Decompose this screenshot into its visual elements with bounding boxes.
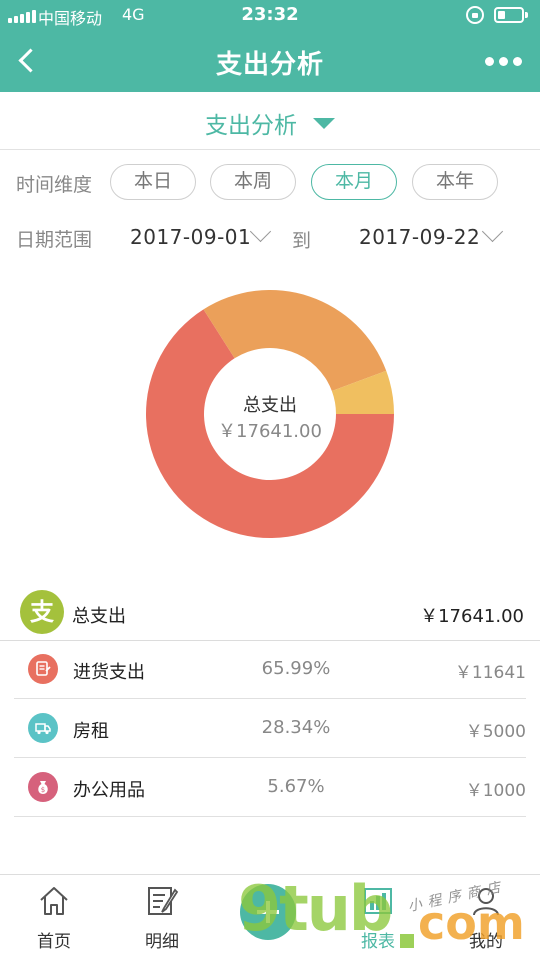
donut-slice-1 [203, 290, 387, 391]
item-name: 进货支出 [73, 662, 145, 683]
top-bar: 中国移动 4G 23:32 支出分析 [0, 0, 540, 92]
list-item[interactable]: 进货支出 65.99% ￥11641 [14, 641, 526, 699]
tab-reports[interactable]: 报表 [324, 875, 432, 960]
edit-list-icon [148, 887, 179, 915]
nav-bar: 支出分析 [0, 30, 540, 92]
truck-icon [28, 713, 58, 743]
start-date-value[interactable]: 2017-09-01 [130, 225, 251, 249]
item-percent: 28.34% [261, 717, 331, 738]
total-expense-amount: ￥17641.00 [420, 606, 524, 627]
item-amount: ￥11641 [454, 663, 526, 683]
time-dimension-label: 时间维度 [16, 174, 93, 196]
list-item[interactable]: 房租 28.34% ￥5000 [14, 700, 526, 758]
tab-mine-label: 我的 [469, 932, 503, 952]
item-amount: ￥1000 [465, 781, 526, 801]
end-date-chevron-icon[interactable] [480, 224, 506, 246]
tab-home[interactable]: 首页 [0, 875, 108, 960]
date-range-label: 日期范围 [16, 229, 93, 251]
end-date-value[interactable]: 2017-09-22 [359, 225, 480, 249]
date-range-to-label: 到 [292, 230, 312, 252]
total-expense-row: 支 总支出 ￥17641.00 [0, 587, 540, 641]
item-amount: ￥5000 [465, 722, 526, 742]
caret-down-icon [313, 117, 335, 129]
item-percent: 65.99% [261, 658, 331, 679]
expense-badge-icon: 支 [20, 590, 64, 634]
plus-icon[interactable] [240, 884, 296, 940]
expense-donut-chart [146, 290, 394, 538]
battery-icon [494, 7, 528, 23]
tab-mine[interactable]: 我的 [432, 875, 540, 960]
analysis-type-dropdown[interactable]: 支出分析 [0, 92, 540, 150]
invoice-icon [28, 654, 58, 684]
time-option-month[interactable]: 本月 [311, 164, 397, 200]
time-option-day[interactable]: 本日 [110, 164, 196, 200]
time-option-year[interactable]: 本年 [412, 164, 498, 200]
more-dots-icon[interactable] [485, 57, 522, 66]
money-bag-icon: $ [28, 772, 58, 802]
item-name: 房租 [73, 721, 109, 742]
chart-icon [364, 888, 392, 914]
start-date-chevron-icon[interactable] [248, 224, 274, 246]
time-option-week[interactable]: 本周 [210, 164, 296, 200]
list-item[interactable]: $ 办公用品 5.67% ￥1000 [14, 759, 526, 817]
page-title: 支出分析 [215, 50, 324, 80]
tab-details-label: 明细 [145, 932, 179, 952]
home-icon [40, 887, 68, 915]
tab-home-label: 首页 [37, 932, 71, 952]
analysis-type-label: 支出分析 [205, 113, 297, 139]
status-time: 23:32 [241, 4, 299, 25]
svg-text:$: $ [41, 786, 45, 794]
rotation-lock-icon [466, 6, 484, 24]
status-bar: 中国移动 4G 23:32 [0, 0, 540, 30]
item-name: 办公用品 [73, 780, 145, 801]
user-icon [473, 888, 499, 916]
item-percent: 5.67% [267, 776, 325, 797]
tab-reports-label: 报表 [361, 932, 395, 952]
total-expense-label: 总支出 [72, 606, 126, 627]
tab-details[interactable]: 明细 [108, 875, 216, 960]
